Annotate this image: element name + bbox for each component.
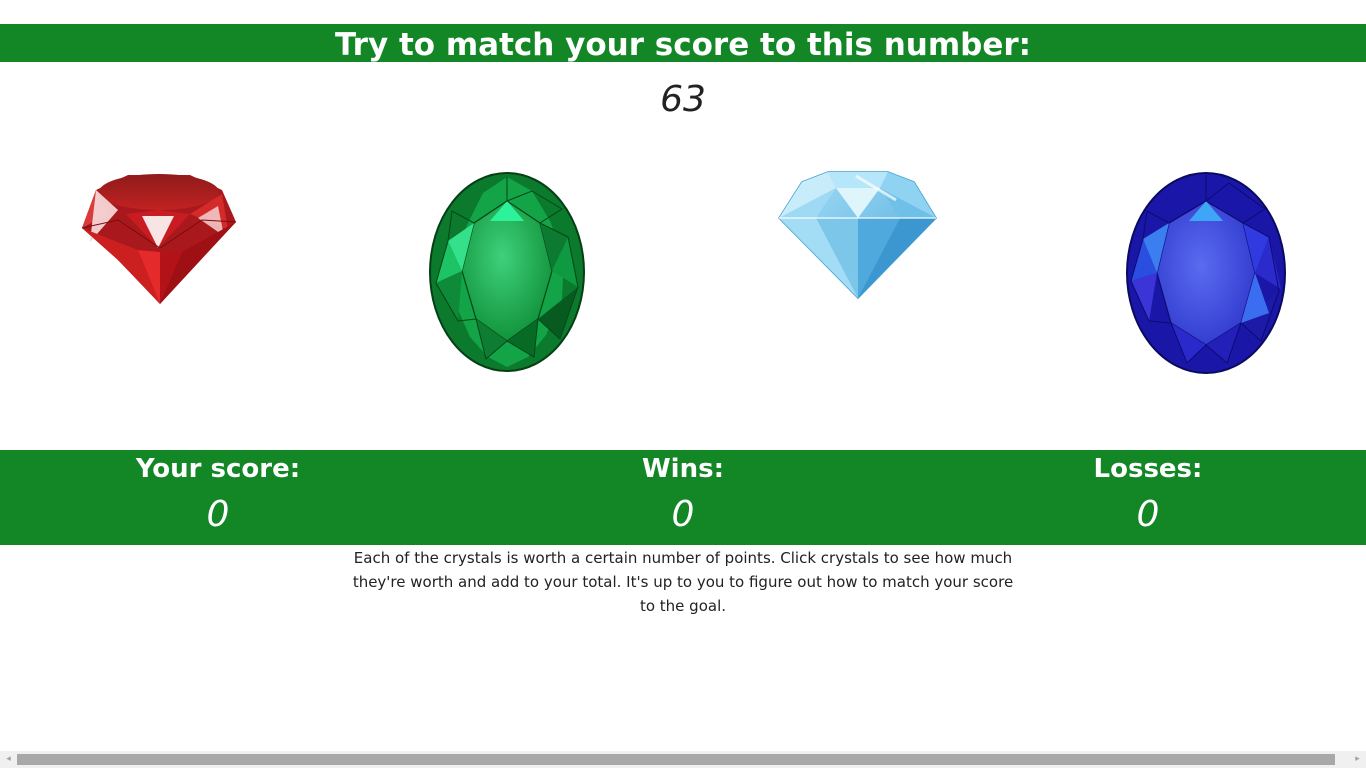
- goal-banner: Try to match your score to this number:: [0, 24, 1366, 63]
- score-stat: Your score: 0: [68, 450, 368, 539]
- instructions-text: Each of the crystals is worth a certain …: [352, 549, 1014, 615]
- goal-banner-title: Try to match your score to this number:: [334, 27, 1032, 63]
- score-label: Your score:: [135, 454, 301, 484]
- losses-label: Losses:: [1093, 454, 1203, 484]
- scrollbar-thumb[interactable]: [17, 754, 1335, 765]
- losses-value: 0: [1136, 494, 1160, 535]
- emerald-icon: [429, 172, 585, 372]
- scroll-right-icon[interactable]: ▸: [1349, 751, 1366, 768]
- sapphire-icon: [1126, 172, 1286, 374]
- diamond-crystal-button[interactable]: [776, 170, 939, 300]
- ruby-crystal-button[interactable]: [78, 170, 240, 306]
- stats-bar: Your score: 0 Wins: 0 Losses: 0: [0, 450, 1366, 545]
- sapphire-crystal-button[interactable]: [1125, 171, 1287, 375]
- ruby-icon: [81, 174, 237, 304]
- scroll-left-icon[interactable]: ◂: [0, 751, 17, 768]
- target-number: 63: [660, 79, 706, 120]
- wins-stat: Wins: 0: [533, 450, 833, 539]
- horizontal-scrollbar[interactable]: ◂ ▸: [0, 751, 1366, 768]
- diamond-icon: [778, 171, 937, 300]
- wins-label: Wins:: [642, 454, 724, 484]
- emerald-crystal-button[interactable]: [428, 171, 586, 373]
- score-value: 0: [206, 494, 230, 535]
- crystal-game-page: Try to match your score to this number: …: [0, 0, 1366, 768]
- losses-stat: Losses: 0: [998, 450, 1298, 539]
- wins-value: 0: [671, 494, 695, 535]
